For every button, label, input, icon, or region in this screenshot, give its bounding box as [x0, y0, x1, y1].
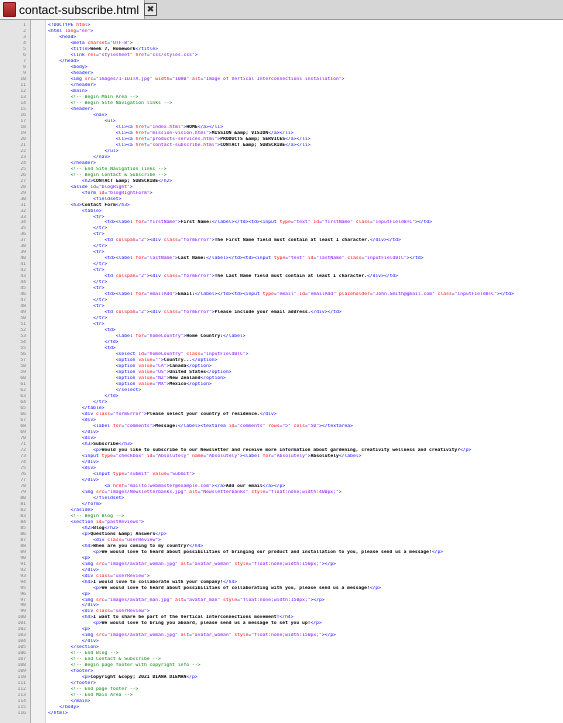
tab-label: contact-subscribe.html: [19, 2, 140, 17]
tab-contact-subscribe[interactable]: contact-subscribe.html ✖: [0, 0, 158, 19]
code-lines[interactable]: 1 <!DOCTYPE html> 2 <html lang="en"> 3 <head…: [0, 23, 563, 717]
html-file-icon: [3, 2, 16, 17]
code-text[interactable]: </html>: [48, 711, 68, 717]
close-tab-icon[interactable]: ✖: [144, 3, 158, 16]
line-number: 116: [17, 711, 26, 717]
code-editor[interactable]: 1 <!DOCTYPE html> 2 <html lang="en"> 3 <head…: [0, 20, 563, 723]
tab-bar: contact-subscribe.html ✖: [0, 0, 563, 20]
code-line[interactable]: 116 </html>: [0, 711, 563, 717]
